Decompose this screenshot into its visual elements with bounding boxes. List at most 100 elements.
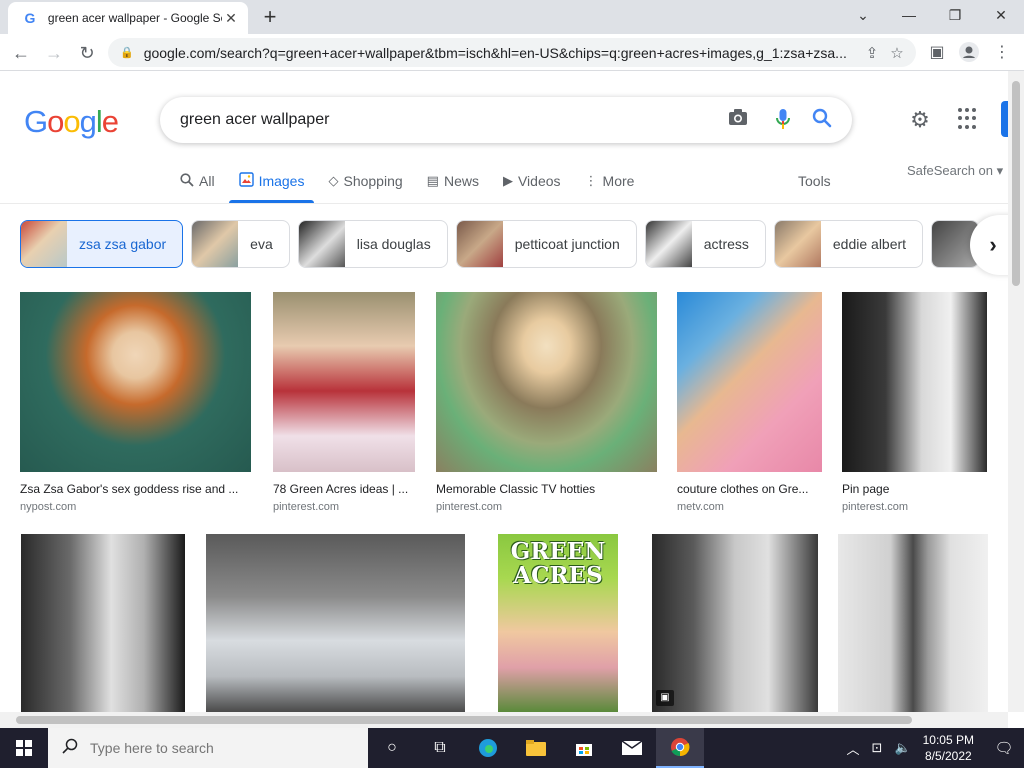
- browser-menu-icon[interactable]: ⋮: [991, 42, 1013, 64]
- result-source[interactable]: metv.com: [677, 501, 822, 513]
- tab-videos[interactable]: ▶ Videos: [503, 166, 561, 196]
- image-result[interactable]: 78 Green Acres ideas | ... pinterest.com: [273, 292, 415, 513]
- mail-icon[interactable]: [608, 728, 656, 768]
- chip-eva[interactable]: eva: [191, 220, 290, 268]
- result-thumbnail[interactable]: [436, 292, 657, 472]
- start-button[interactable]: [0, 728, 48, 768]
- result-thumbnail[interactable]: [677, 292, 822, 472]
- maximize-window-button[interactable]: ❐: [932, 0, 978, 30]
- close-tab-icon[interactable]: ✕: [222, 10, 240, 27]
- share-icon[interactable]: ⇪: [866, 44, 879, 62]
- bookmark-star-icon[interactable]: ☆: [890, 44, 903, 62]
- image-result[interactable]: [21, 534, 185, 712]
- tools-button[interactable]: Tools: [798, 173, 831, 189]
- result-caption[interactable]: 78 Green Acres ideas | ...: [273, 482, 415, 496]
- google-logo[interactable]: Google: [24, 104, 119, 140]
- side-panel-icon[interactable]: ▣: [926, 42, 948, 64]
- poster-title: GREEN ACRES: [510, 538, 606, 589]
- address-bar[interactable]: 🔒 google.com/search?q=green+acer+wallpap…: [108, 38, 916, 67]
- forward-button[interactable]: →: [43, 42, 65, 64]
- image-result[interactable]: [206, 534, 465, 712]
- result-source[interactable]: pinterest.com: [436, 501, 657, 513]
- taskbar-clock[interactable]: 10:05 PM 8/5/2022: [923, 732, 974, 764]
- chip-zsa-zsa-gabor[interactable]: zsa zsa gabor: [20, 220, 184, 268]
- image-result[interactable]: ▣: [652, 534, 818, 712]
- taskbar-search-input[interactable]: [90, 740, 350, 756]
- chip-actress[interactable]: actress: [644, 220, 766, 268]
- result-thumbnail[interactable]: ▣: [652, 534, 818, 712]
- image-result[interactable]: GREEN ACRES: [498, 534, 618, 712]
- vertical-scroll-thumb[interactable]: [1012, 81, 1020, 286]
- browser-tab[interactable]: G green acer wallpaper - Google Se ✕: [8, 2, 248, 34]
- windows-logo-icon: [16, 740, 32, 756]
- new-tab-button[interactable]: +: [258, 6, 282, 28]
- result-thumbnail[interactable]: GREEN ACRES: [498, 534, 618, 712]
- result-caption[interactable]: Pin page: [842, 482, 987, 496]
- reload-button[interactable]: ↻: [76, 42, 98, 64]
- camera-icon[interactable]: [726, 108, 750, 132]
- cortana-icon[interactable]: ○: [368, 728, 416, 768]
- chrome-browser-icon[interactable]: [656, 728, 704, 768]
- system-tray: ︿ ⊡ 🔈 10:05 PM 8/5/2022 🗨: [841, 732, 1024, 764]
- tab-images[interactable]: Images: [228, 166, 315, 203]
- tab-shopping[interactable]: ◇ Shopping: [328, 166, 402, 196]
- result-thumbnail[interactable]: [838, 534, 988, 712]
- search-tabs: All Images ◇ Shopping ▤ News ▶ Videos ⋮ …: [180, 166, 658, 203]
- notifications-icon[interactable]: 🗨: [984, 739, 1024, 757]
- tab-all[interactable]: All: [180, 166, 215, 196]
- file-explorer-icon[interactable]: [512, 728, 560, 768]
- dots-vertical-icon: ⋮: [584, 173, 598, 188]
- image-result[interactable]: Memorable Classic TV hotties pinterest.c…: [436, 292, 657, 513]
- result-source[interactable]: pinterest.com: [842, 501, 987, 513]
- horizontal-scrollbar[interactable]: [0, 712, 1008, 728]
- tab-news[interactable]: ▤ News: [427, 166, 479, 196]
- chip-thumbnail: [192, 221, 239, 267]
- google-apps-icon[interactable]: [958, 108, 980, 130]
- chevron-right-icon: ›: [989, 232, 997, 257]
- result-thumbnail[interactable]: [21, 534, 185, 712]
- tab-more[interactable]: ⋮ More: [585, 166, 635, 196]
- chip-petticoat-junction[interactable]: petticoat junction: [455, 220, 637, 268]
- result-thumbnail[interactable]: [273, 292, 415, 472]
- image-badge-icon: ▣: [656, 690, 674, 706]
- show-hidden-icons-chevron-icon[interactable]: ︿: [847, 739, 860, 758]
- image-result[interactable]: Zsa Zsa Gabor's sex goddess rise and ...…: [20, 292, 251, 513]
- clock-date: 8/5/2022: [924, 749, 972, 763]
- minimize-window-button[interactable]: —: [886, 0, 932, 30]
- image-result[interactable]: Pin page pinterest.com: [842, 292, 987, 513]
- search-box: [160, 97, 852, 143]
- taskbar-search[interactable]: [48, 728, 368, 768]
- refinement-chips: zsa zsa gabor eva lisa douglas petticoat…: [20, 220, 1010, 268]
- close-window-button[interactable]: ✕: [978, 0, 1024, 30]
- result-caption[interactable]: Memorable Classic TV hotties: [436, 482, 657, 496]
- horizontal-scroll-thumb[interactable]: [16, 716, 912, 724]
- store-icon[interactable]: [560, 728, 608, 768]
- windows-taskbar: ○ ⧉ ︿ ⊡ 🔈 10:05 PM 8/5/2022 🗨: [0, 728, 1024, 768]
- network-icon[interactable]: ⊡: [872, 740, 883, 756]
- result-source[interactable]: nypost.com: [20, 501, 251, 513]
- url-text[interactable]: google.com/search?q=green+acer+wallpaper…: [144, 45, 854, 61]
- task-view-icon[interactable]: ⧉: [416, 728, 464, 768]
- result-source[interactable]: pinterest.com: [273, 501, 415, 513]
- back-button[interactable]: ←: [10, 42, 32, 64]
- image-result[interactable]: [838, 534, 988, 712]
- volume-icon[interactable]: 🔈: [894, 740, 910, 756]
- result-caption[interactable]: Zsa Zsa Gabor's sex goddess rise and ...: [20, 482, 251, 496]
- settings-gear-icon[interactable]: ⚙: [906, 107, 934, 133]
- edge-browser-icon[interactable]: [464, 728, 512, 768]
- chip-eddie-albert[interactable]: eddie albert: [773, 220, 924, 268]
- result-caption[interactable]: couture clothes on Gre...: [677, 482, 822, 496]
- result-thumbnail[interactable]: [206, 534, 465, 712]
- microphone-icon[interactable]: [771, 108, 795, 132]
- image-result[interactable]: couture clothes on Gre... metv.com: [677, 292, 822, 513]
- result-thumbnail[interactable]: [20, 292, 251, 472]
- result-thumbnail[interactable]: [842, 292, 987, 472]
- safesearch-toggle[interactable]: SafeSearch on ▾: [907, 163, 1003, 179]
- tab-search-chevron-icon[interactable]: ⌄: [840, 0, 886, 30]
- search-input[interactable]: [180, 111, 700, 129]
- search-icon[interactable]: [810, 108, 834, 132]
- profile-avatar-icon[interactable]: [958, 42, 980, 64]
- vertical-scrollbar[interactable]: [1008, 71, 1024, 712]
- lock-icon[interactable]: 🔒: [120, 46, 134, 59]
- chip-lisa-douglas[interactable]: lisa douglas: [297, 220, 448, 268]
